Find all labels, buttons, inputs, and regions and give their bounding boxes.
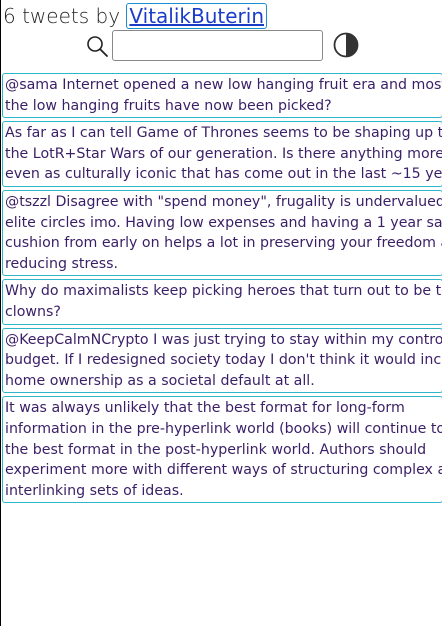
tweet-card[interactable]: As far as I can tell Game of Thrones see… (2, 121, 442, 187)
tweet-text-line: cushion from early on helps a lot in pre… (5, 235, 442, 252)
search-icon[interactable] (85, 34, 109, 58)
tweet-text-line: @KeepCalmNCrypto I was just trying to st… (5, 331, 442, 348)
tweet-text-line: reducing stress. (5, 255, 118, 272)
tweet-card[interactable]: @tszzl Disagree with "spend money", frug… (2, 189, 442, 277)
tweet-list: @sama Internet opened a new low hanging … (2, 73, 442, 506)
tweet-text-line: information in the pre-hyperlink world (… (5, 420, 442, 437)
search-bar (85, 30, 365, 62)
tweet-text-line: @sama Internet opened a new low hanging … (5, 77, 442, 93)
tweet-text-line: home ownership as a societal default at … (5, 372, 315, 389)
tweet-text-line: @tszzl Disagree with "spend money", frug… (5, 193, 442, 210)
tweet-card[interactable]: @KeepCalmNCrypto I was just trying to st… (2, 327, 442, 394)
contrast-toggle-icon[interactable] (333, 32, 359, 58)
tweet-text-line: even as culturally iconic that has come … (5, 166, 442, 183)
tweet-count-label: 6 tweets by (3, 4, 121, 28)
tweet-text-line: It was always unlikely that the best for… (5, 400, 405, 417)
tweet-text-line: interlinking sets of ideas. (5, 482, 184, 499)
tweet-text-line: the best format in the post-hyperlink wo… (5, 441, 427, 458)
tweet-card[interactable]: @sama Internet opened a new low hanging … (2, 73, 442, 119)
search-input[interactable] (112, 30, 323, 61)
tweet-text-line: elite circles imo. Having low expenses a… (5, 214, 442, 231)
tweet-card[interactable]: It was always unlikely that the best for… (2, 396, 442, 504)
tweet-text-line: clowns? (5, 303, 61, 320)
tweet-text-line: the low hanging fruits have now been pic… (5, 97, 332, 114)
username-link[interactable]: VitalikButerin (126, 3, 267, 29)
tweet-text-line: Why do maximalists keep picking heroes t… (5, 283, 442, 300)
tweet-card[interactable]: Why do maximalists keep picking heroes t… (2, 279, 442, 325)
tweet-text-line: the LotR+Star Wars of our generation. Is… (5, 145, 442, 162)
tweet-text-line: As far as I can tell Game of Thrones see… (5, 125, 442, 142)
tweet-text-line: experiment more with different ways of s… (5, 462, 442, 479)
page-title: 6 tweets by VitalikButerin (3, 3, 267, 29)
tweet-text-line: budget. If I redesigned society today I … (5, 352, 442, 369)
